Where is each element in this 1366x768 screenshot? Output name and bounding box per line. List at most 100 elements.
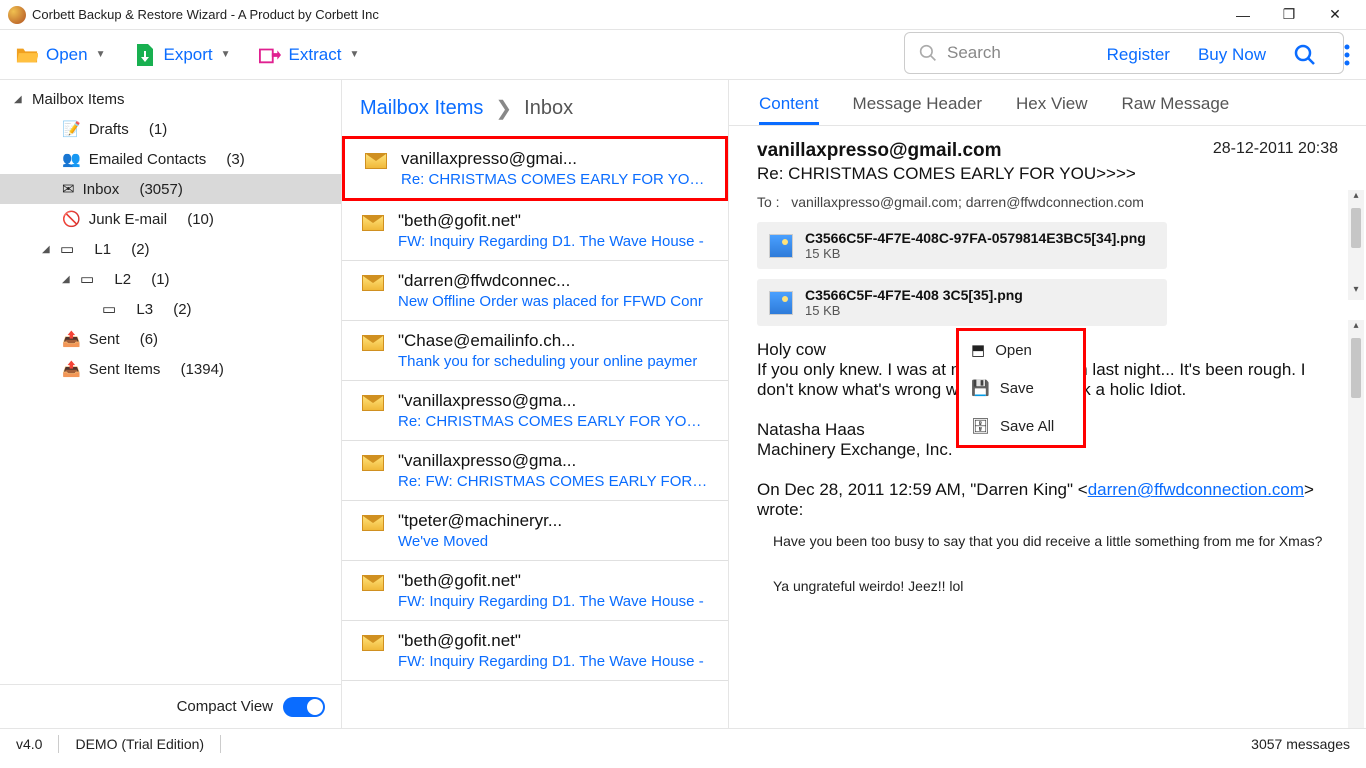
context-save[interactable]: 💾 Save — [959, 369, 1083, 407]
more-button[interactable] — [1344, 44, 1350, 66]
compact-view-toggle[interactable]: Compact View — [0, 684, 341, 728]
attachment-context-menu: ⬒Open 💾 Save 🗄Save All — [956, 328, 1086, 448]
tree-label: Junk E-mail — [89, 211, 167, 228]
envelope-icon — [362, 515, 384, 531]
email-item[interactable]: "vanillaxpresso@gma...Re: FW: CHRISTMAS … — [342, 441, 728, 501]
email-subject: Re: CHRISTMAS COMES EARLY FOR YOU>>> — [401, 171, 711, 188]
message-subject: Re: CHRISTMAS COMES EARLY FOR YOU>>>> — [757, 164, 1338, 184]
context-label: Save — [1000, 380, 1034, 397]
chevron-down-icon: ▼ — [221, 49, 231, 60]
tree-root-label: Mailbox Items — [32, 91, 125, 108]
junk-icon: 🚫 — [62, 210, 81, 228]
scroll-down-icon[interactable]: ▾ — [1348, 284, 1364, 300]
tree-label: Emailed Contacts — [89, 151, 207, 168]
tree-item-sent-items[interactable]: 📤Sent Items (1394) — [0, 354, 341, 384]
tree-count: (1394) — [181, 361, 224, 378]
tree-item-l2[interactable]: ◢▭ L2 (1) — [0, 264, 341, 294]
tree-count: (10) — [187, 211, 214, 228]
email-from: "beth@gofit.net" — [398, 571, 704, 591]
tree-item-drafts[interactable]: 📝Drafts (1) — [0, 114, 341, 144]
email-item[interactable]: "darren@ffwdconnec...New Offline Order w… — [342, 261, 728, 321]
tab-content[interactable]: Content — [759, 94, 819, 125]
draft-icon: 📝 — [62, 120, 81, 138]
tree-item-junk[interactable]: 🚫 Junk E-mail (10) — [0, 204, 341, 234]
extract-button[interactable]: Extract ▼ — [259, 44, 360, 66]
email-item[interactable]: "vanillaxpresso@gma...Re: CHRISTMAS COME… — [342, 381, 728, 441]
to-value: vanillaxpresso@gmail.com; darren@ffwdcon… — [791, 194, 1144, 210]
tree-root[interactable]: ◢Mailbox Items — [0, 84, 341, 114]
open-button[interactable]: Open ▼ — [16, 44, 106, 66]
email-item[interactable]: "tpeter@machineryr... We've Moved — [342, 501, 728, 561]
compact-label: Compact View — [177, 698, 273, 715]
envelope-icon — [362, 275, 384, 291]
tab-label: Hex View — [1016, 94, 1088, 113]
envelope-icon — [362, 215, 384, 231]
context-save-all[interactable]: 🗄Save All — [959, 407, 1083, 445]
tree-item-l1[interactable]: ◢▭ L1 (2) — [0, 234, 341, 264]
toggle-switch[interactable] — [283, 697, 325, 717]
email-subject: FW: Inquiry Regarding D1. The Wave House… — [398, 233, 704, 250]
email-item[interactable]: "Chase@emailinfo.ch...Thank you for sche… — [342, 321, 728, 381]
scroll-up-icon[interactable]: ▴ — [1348, 190, 1364, 206]
chevron-down-icon: ◢ — [62, 274, 72, 285]
separator — [58, 735, 59, 753]
export-label: Export — [164, 45, 213, 65]
version: v4.0 — [16, 736, 42, 752]
image-icon — [769, 291, 793, 315]
extract-icon — [259, 44, 281, 66]
attachment-scrollbar[interactable]: ▴▾ — [1348, 190, 1364, 300]
breadcrumb-root[interactable]: Mailbox Items — [360, 97, 483, 120]
breadcrumb: Mailbox Items ❯ Inbox — [342, 80, 728, 136]
context-open[interactable]: ⬒Open — [959, 331, 1083, 369]
close-button[interactable]: ✕ — [1312, 0, 1358, 30]
email-list-column: Mailbox Items ❯ Inbox vanillaxpresso@gma… — [342, 80, 729, 728]
chevron-right-icon: ❯ — [495, 96, 512, 121]
email-item[interactable]: vanillaxpresso@gmai...Re: CHRISTMAS COME… — [342, 136, 728, 201]
scroll-up-icon[interactable]: ▴ — [1348, 320, 1364, 336]
sent-icon: 📤 — [62, 330, 81, 348]
search-icon — [919, 44, 937, 62]
attachment-item[interactable]: C3566C5F-4F7E-408C-97FA-0579814E3BC5[34]… — [757, 222, 1167, 269]
attachment-item[interactable]: C3566C5F-4F7E-408 3C5[35].png15 KB — [757, 279, 1167, 326]
message-to: To : vanillaxpresso@gmail.com; darren@ff… — [757, 194, 1338, 210]
tree-count: (1) — [151, 271, 169, 288]
tree-item-inbox[interactable]: ✉Inbox (3057) — [0, 174, 341, 204]
attachment-name: C3566C5F-4F7E-408C-97FA-0579814E3BC5[34]… — [805, 230, 1146, 246]
export-icon — [134, 44, 156, 66]
maximize-button[interactable]: ❐ — [1266, 0, 1312, 30]
email-subject: Thank you for scheduling your online pay… — [398, 353, 697, 370]
folder-icon: ▭ — [80, 270, 94, 288]
minimize-button[interactable]: — — [1220, 0, 1266, 30]
tab-hex-view[interactable]: Hex View — [1016, 94, 1088, 125]
search-input[interactable]: Search — [904, 32, 1344, 74]
body-scrollbar[interactable]: ▴ — [1348, 320, 1364, 728]
tree-item-emailed-contacts[interactable]: 👥Emailed Contacts (3) — [0, 144, 341, 174]
tree-item-l3[interactable]: ▭ L3 (2) — [0, 294, 341, 324]
email-from: "vanillaxpresso@gma... — [398, 451, 708, 471]
tree-item-sent[interactable]: 📤Sent (6) — [0, 324, 341, 354]
envelope-icon — [362, 575, 384, 591]
tree-count: (2) — [131, 241, 149, 258]
attachment-size: 15 KB — [805, 246, 1146, 261]
tab-label: Message Header — [853, 94, 982, 113]
tree-label: Sent Items — [89, 361, 161, 378]
email-list[interactable]: vanillaxpresso@gmai...Re: CHRISTMAS COME… — [342, 136, 728, 728]
scroll-thumb[interactable] — [1351, 338, 1361, 398]
email-item[interactable]: "beth@gofit.net"FW: Inquiry Regarding D1… — [342, 561, 728, 621]
scroll-thumb[interactable] — [1351, 208, 1361, 248]
separator — [220, 735, 221, 753]
email-item[interactable]: "beth@gofit.net"FW: Inquiry Regarding D1… — [342, 621, 728, 681]
save-icon: 💾 — [971, 379, 990, 397]
email-item[interactable]: "beth@gofit.net"FW: Inquiry Regarding D1… — [342, 201, 728, 261]
email-from: "tpeter@machineryr... — [398, 511, 562, 531]
image-icon — [769, 234, 793, 258]
attachment-name: C3566C5F-4F7E-408 3C5[35].png — [805, 287, 1023, 303]
email-link[interactable]: darren@ffwdconnection.com — [1088, 480, 1304, 499]
tab-raw-message[interactable]: Raw Message — [1122, 94, 1230, 125]
window-title: Corbett Backup & Restore Wizard - A Prod… — [32, 7, 379, 22]
folder-icon: ▭ — [60, 240, 74, 258]
email-subject: We've Moved — [398, 533, 562, 550]
export-button[interactable]: Export ▼ — [134, 44, 231, 66]
message-count: 3057 messages — [1251, 736, 1350, 752]
tab-message-header[interactable]: Message Header — [853, 94, 982, 125]
